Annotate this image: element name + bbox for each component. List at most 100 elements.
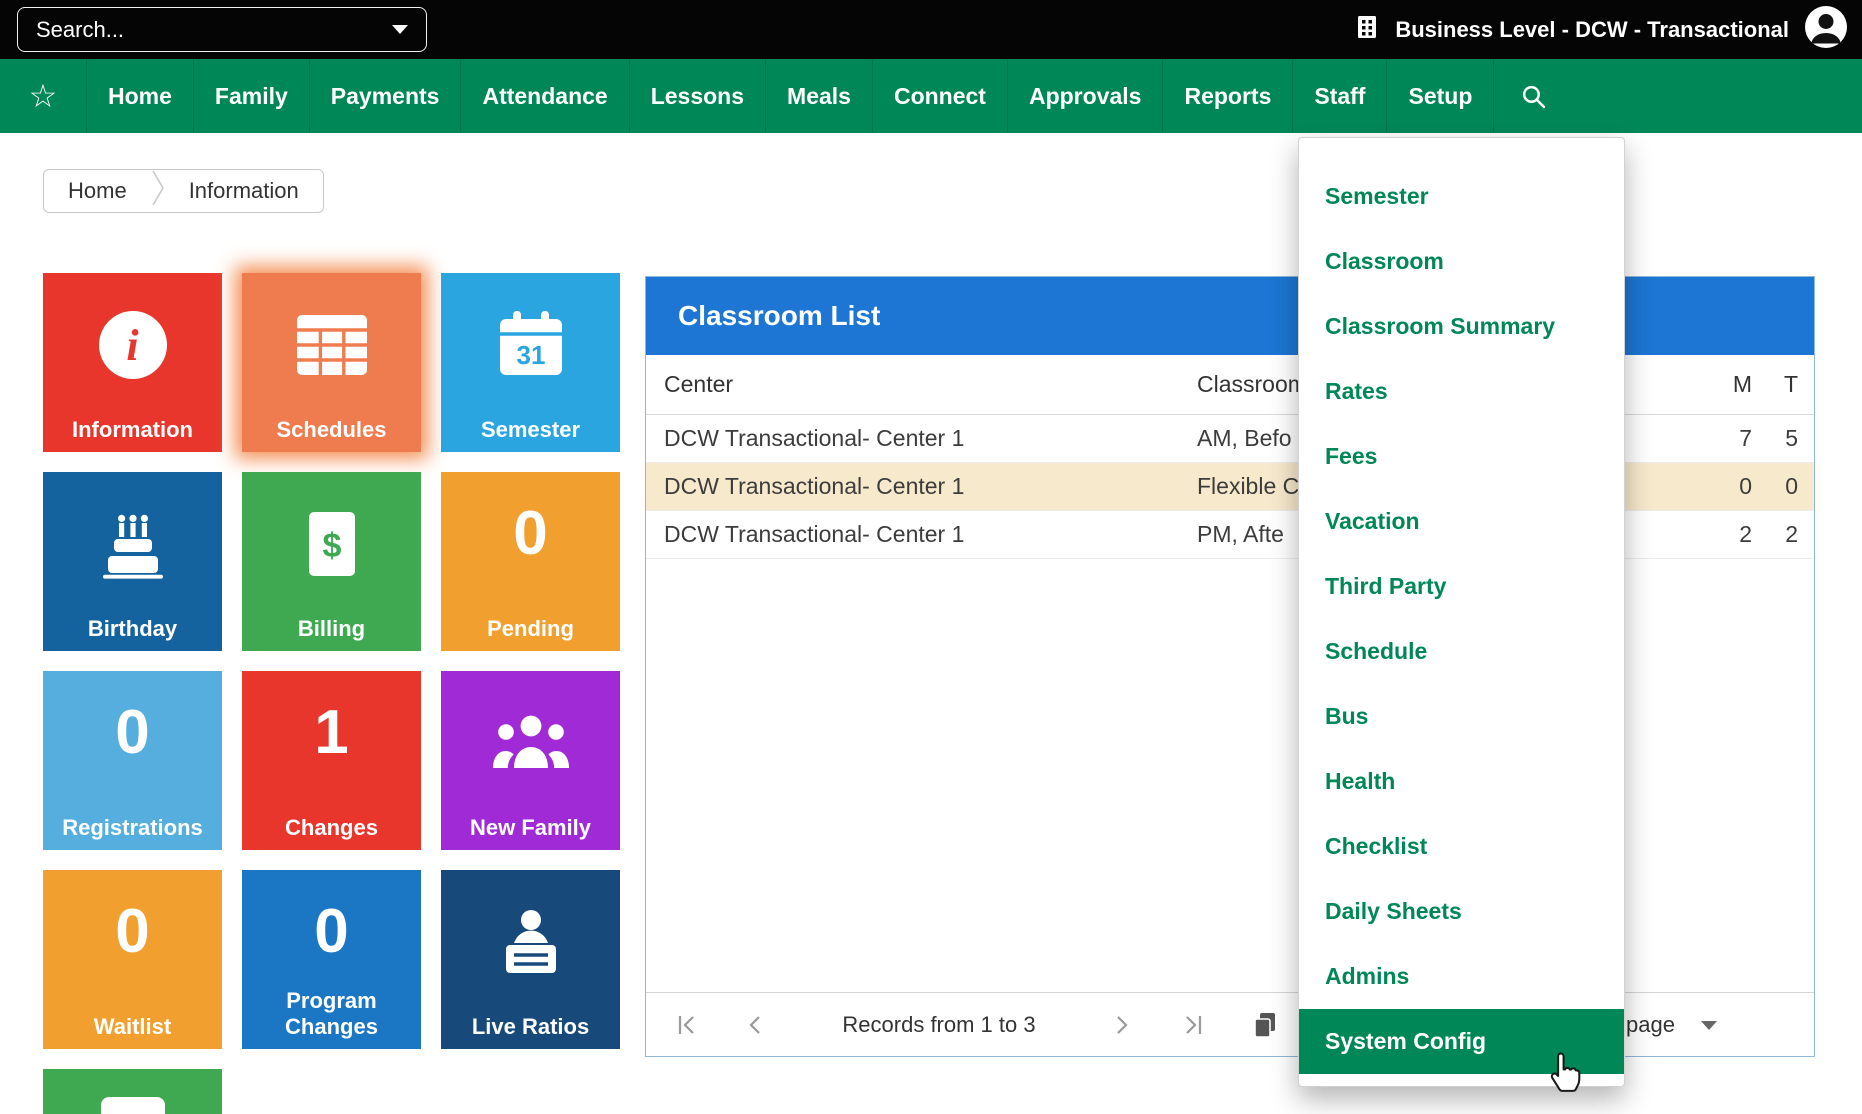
menu-item-vacation[interactable]: Vacation: [1299, 489, 1624, 554]
cell-m: 0: [1739, 473, 1752, 499]
next-page-button[interactable]: [1113, 993, 1131, 1057]
tile-waitlist[interactable]: 0 Waitlist: [43, 870, 222, 1049]
nav-item-setup[interactable]: Setup: [1386, 59, 1493, 133]
schedules-icon: [242, 289, 421, 401]
tile-label: Pending: [487, 615, 574, 641]
app-canvas: Search... Business Level - DCW - Transac…: [0, 0, 1862, 1114]
first-page-button[interactable]: [676, 993, 698, 1057]
building-icon: [1354, 14, 1380, 46]
per-page-dropdown[interactable]: [1701, 993, 1717, 1057]
menu-item-fees[interactable]: Fees: [1299, 424, 1624, 489]
billing-icon: $: [242, 488, 421, 600]
column-t: T: [1783, 371, 1798, 397]
registrations-count: 0: [115, 698, 150, 767]
tile-registrations[interactable]: 0 Registrations: [43, 671, 222, 850]
menu-item-bus[interactable]: Bus: [1299, 684, 1624, 749]
tile-information[interactable]: i Information: [43, 273, 222, 452]
top-bar: Search... Business Level - DCW - Transac…: [0, 0, 1862, 59]
panel-header: Classroom List: [646, 277, 1814, 355]
menu-item-third-party[interactable]: Third Party: [1299, 554, 1624, 619]
tile-pending[interactable]: 0 Pending: [441, 472, 620, 651]
cell-center: DCW Transactional- Center 1: [664, 425, 965, 451]
tile-label: Registrations: [62, 814, 203, 840]
cake-icon: [43, 488, 222, 600]
cell-m: 7: [1739, 425, 1752, 451]
nav-item-payments[interactable]: Payments: [308, 59, 461, 133]
tile-program-changes[interactable]: 0 Program Changes: [242, 870, 421, 1049]
breadcrumb-current[interactable]: Information: [165, 170, 323, 212]
copy-pages-icon[interactable]: [1252, 993, 1278, 1057]
nav-item-approvals[interactable]: Approvals: [1006, 59, 1162, 133]
menu-item-admins[interactable]: Admins: [1299, 944, 1624, 1009]
last-page-button[interactable]: [1182, 993, 1204, 1057]
cell-t: 2: [1785, 521, 1798, 547]
cell-center: DCW Transactional- Center 1: [664, 521, 965, 547]
info-icon: i: [43, 289, 222, 401]
tile-label: Semester: [480, 416, 581, 442]
cell-m: 2: [1739, 521, 1752, 547]
panel-title: Classroom List: [678, 300, 881, 331]
partial-tile-icon: [100, 1097, 165, 1114]
tile-label: Schedules: [276, 416, 387, 442]
global-search-input[interactable]: Search...: [17, 7, 427, 52]
svg-text:31: 31: [516, 340, 545, 370]
menu-item-semester[interactable]: Semester: [1299, 164, 1624, 229]
menu-item-health[interactable]: Health: [1299, 749, 1624, 814]
tile-label: Information: [72, 416, 193, 442]
nav-item-family[interactable]: Family: [192, 59, 309, 133]
cell-t: 0: [1785, 473, 1798, 499]
business-level-label: Business Level - DCW - Transactional: [1395, 16, 1789, 42]
nav-item-home[interactable]: Home: [86, 59, 193, 133]
chevron-down-icon: [1701, 1020, 1717, 1030]
waitlist-count: 0: [115, 897, 150, 966]
program-changes-count: 0: [314, 897, 349, 966]
menu-item-schedule[interactable]: Schedule: [1299, 619, 1624, 684]
breadcrumb: Home Information: [43, 169, 324, 213]
tile-label: Program Changes: [285, 988, 378, 1039]
table-row-selected[interactable]: DCW Transactional- Center 1 Flexible C 0…: [646, 463, 1814, 511]
tile-partial-bottom[interactable]: [43, 1069, 222, 1114]
changes-count: 1: [314, 698, 349, 767]
menu-item-checklist[interactable]: Checklist: [1299, 814, 1624, 879]
tile-schedules[interactable]: Schedules: [242, 273, 421, 452]
calendar-31-icon: 31: [441, 289, 620, 401]
nav-item-attendance[interactable]: Attendance: [460, 59, 628, 133]
nav-search-icon[interactable]: [1493, 59, 1573, 133]
tile-live-ratios[interactable]: Live Ratios: [441, 870, 620, 1049]
classroom-list-panel: Classroom List Center Classroom M T DCW …: [645, 276, 1815, 1057]
nav-item-staff[interactable]: Staff: [1292, 59, 1386, 133]
tile-label: Birthday: [87, 615, 178, 641]
cell-t: 5: [1785, 425, 1798, 451]
table-row[interactable]: DCW Transactional- Center 1 PM, Afte 2 2: [646, 511, 1814, 559]
tile-changes[interactable]: 1 Changes: [242, 671, 421, 850]
per-page-label: page: [1626, 1012, 1675, 1037]
records-range-label: Records from 1 to 3: [842, 1012, 1036, 1037]
menu-item-rates[interactable]: Rates: [1299, 359, 1624, 424]
column-m: M: [1732, 371, 1752, 397]
tile-birthday[interactable]: Birthday: [43, 472, 222, 651]
tile-semester[interactable]: 31 Semester: [441, 273, 620, 452]
pending-count: 0: [513, 499, 548, 568]
nav-item-connect[interactable]: Connect: [871, 59, 1007, 133]
tile-label: Live Ratios: [471, 1013, 590, 1039]
nav-item-reports[interactable]: Reports: [1162, 59, 1292, 133]
tile-label: Billing: [297, 615, 366, 641]
nav-item-meals[interactable]: Meals: [765, 59, 872, 133]
user-avatar[interactable]: [1804, 5, 1848, 55]
favorites-star-icon[interactable]: ☆: [0, 59, 86, 133]
chevron-down-icon: [392, 25, 408, 34]
tile-label: Changes: [285, 814, 378, 840]
tile-label: New Family: [469, 814, 592, 840]
menu-item-classroom[interactable]: Classroom: [1299, 229, 1624, 294]
menu-item-classroom-summary[interactable]: Classroom Summary: [1299, 294, 1624, 359]
search-placeholder: Search...: [36, 16, 125, 42]
tile-new-family[interactable]: New Family: [441, 671, 620, 850]
nav-item-lessons[interactable]: Lessons: [628, 59, 765, 133]
tile-label: Waitlist: [93, 1013, 172, 1039]
paginator: Records from 1 to 3 page: [646, 992, 1814, 1056]
menu-item-system-config[interactable]: System Config: [1299, 1009, 1624, 1074]
table-row[interactable]: DCW Transactional- Center 1 AM, Befo 7 5: [646, 415, 1814, 463]
breadcrumb-home[interactable]: Home: [44, 170, 151, 212]
menu-item-daily-sheets[interactable]: Daily Sheets: [1299, 879, 1624, 944]
tile-billing[interactable]: $ Billing: [242, 472, 421, 651]
